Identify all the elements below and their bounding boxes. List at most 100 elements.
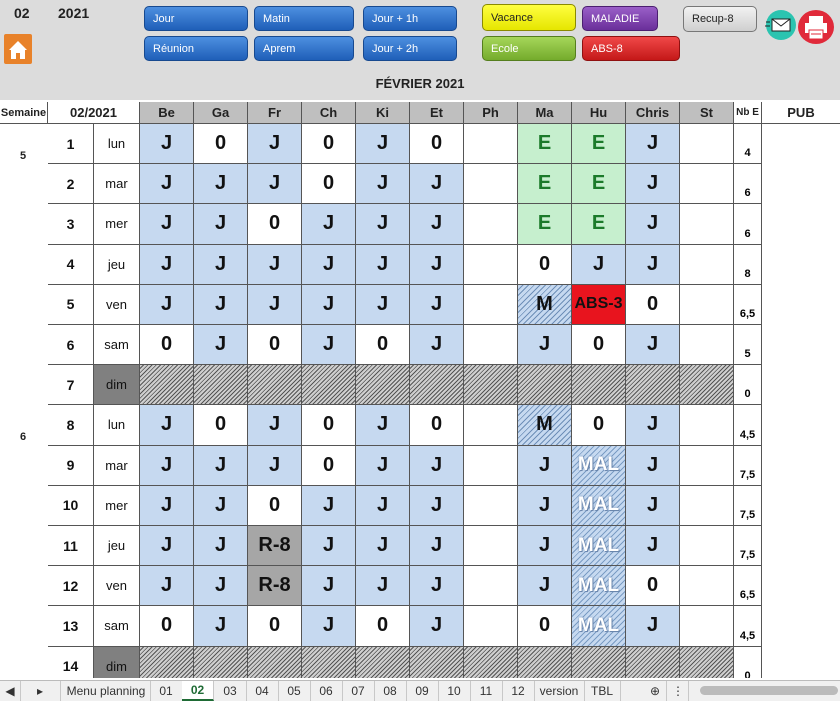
schedule-cell-chris[interactable]: J xyxy=(626,445,680,486)
schedule-cell-et[interactable] xyxy=(410,365,464,406)
schedule-cell-st[interactable] xyxy=(680,365,734,406)
schedule-cell-st[interactable] xyxy=(680,284,734,325)
schedule-cell-hu[interactable]: E xyxy=(572,204,626,245)
schedule-cell-ga[interactable]: J xyxy=(194,526,248,567)
schedule-cell-fr[interactable]: J xyxy=(248,445,302,486)
schedule-cell-et[interactable]: 0 xyxy=(410,124,464,165)
schedule-cell-hu[interactable]: 0 xyxy=(572,405,626,446)
schedule-cell-hu[interactable]: 0 xyxy=(572,325,626,366)
schedule-cell-fr[interactable] xyxy=(248,365,302,406)
schedule-cell-ga[interactable]: 0 xyxy=(194,405,248,446)
schedule-cell-ki[interactable]: 0 xyxy=(356,606,410,647)
schedule-cell-ga[interactable]: J xyxy=(194,204,248,245)
schedule-cell-hu[interactable] xyxy=(572,365,626,406)
horizontal-scrollbar[interactable] xyxy=(700,686,838,695)
schedule-cell-chris[interactable]: J xyxy=(626,405,680,446)
schedule-cell-be[interactable]: 0 xyxy=(140,606,194,647)
sheet-tab-08[interactable]: 08 xyxy=(374,681,407,701)
schedule-cell-fr[interactable]: 0 xyxy=(248,606,302,647)
column-header-ma[interactable]: Ma xyxy=(518,102,572,124)
schedule-cell-ma[interactable]: E xyxy=(518,204,572,245)
schedule-cell-be[interactable] xyxy=(140,365,194,406)
schedule-cell-et[interactable]: J xyxy=(410,204,464,245)
mail-button[interactable] xyxy=(764,8,798,42)
sheet-tab-11[interactable]: 11 xyxy=(470,681,503,701)
schedule-cell-fr[interactable]: J xyxy=(248,405,302,446)
schedule-cell-fr[interactable]: 0 xyxy=(248,325,302,366)
schedule-cell-fr[interactable]: J xyxy=(248,164,302,205)
column-header-et[interactable]: Et xyxy=(410,102,464,124)
column-header-chris[interactable]: Chris xyxy=(626,102,680,124)
schedule-cell-chris[interactable]: 0 xyxy=(626,566,680,607)
schedule-cell-be[interactable]: J xyxy=(140,485,194,526)
schedule-cell-ma[interactable]: M xyxy=(518,405,572,446)
schedule-cell-fr[interactable]: J xyxy=(248,284,302,325)
column-header-ch[interactable]: Ch xyxy=(302,102,356,124)
sheet-tab-02[interactable]: 02 xyxy=(182,681,214,701)
sheet-tab-tbl[interactable]: TBL xyxy=(584,681,621,701)
schedule-cell-chris[interactable]: J xyxy=(626,526,680,567)
schedule-cell-ga[interactable]: 0 xyxy=(194,124,248,165)
schedule-cell-ch[interactable]: J xyxy=(302,204,356,245)
schedule-cell-hu[interactable]: MAL xyxy=(572,566,626,607)
schedule-cell-et[interactable]: J xyxy=(410,164,464,205)
schedule-cell-chris[interactable] xyxy=(626,365,680,406)
schedule-cell-ki[interactable]: 0 xyxy=(356,325,410,366)
schedule-cell-ma[interactable] xyxy=(518,646,572,678)
schedule-cell-ga[interactable]: J xyxy=(194,244,248,285)
schedule-cell-hu[interactable]: ABS-3 xyxy=(572,284,626,325)
schedule-cell-ph[interactable] xyxy=(464,646,518,678)
schedule-cell-be[interactable]: J xyxy=(140,284,194,325)
schedule-cell-chris[interactable]: J xyxy=(626,244,680,285)
schedule-cell-ch[interactable]: 0 xyxy=(302,164,356,205)
column-header-ki[interactable]: Ki xyxy=(356,102,410,124)
schedule-cell-chris[interactable]: J xyxy=(626,606,680,647)
schedule-cell-be[interactable]: J xyxy=(140,445,194,486)
schedule-cell-fr[interactable]: J xyxy=(248,124,302,165)
schedule-cell-st[interactable] xyxy=(680,485,734,526)
schedule-cell-ph[interactable] xyxy=(464,485,518,526)
schedule-cell-chris[interactable]: J xyxy=(626,124,680,165)
schedule-cell-et[interactable]: J xyxy=(410,284,464,325)
schedule-cell-st[interactable] xyxy=(680,646,734,678)
schedule-cell-ga[interactable]: J xyxy=(194,164,248,205)
schedule-cell-fr[interactable]: 0 xyxy=(248,485,302,526)
sheet-tab-07[interactable]: 07 xyxy=(342,681,375,701)
schedule-cell-be[interactable]: J xyxy=(140,526,194,567)
schedule-cell-ma[interactable]: 0 xyxy=(518,244,572,285)
legend-ecole-button[interactable]: Ecole xyxy=(482,36,576,61)
schedule-cell-ph[interactable] xyxy=(464,445,518,486)
legend-abs-button[interactable]: ABS-8 xyxy=(582,36,680,61)
schedule-cell-ga[interactable]: J xyxy=(194,485,248,526)
column-header-ph[interactable]: Ph xyxy=(464,102,518,124)
shift-button-jour[interactable]: Jour xyxy=(144,6,248,31)
schedule-cell-st[interactable] xyxy=(680,124,734,165)
schedule-cell-hu[interactable]: J xyxy=(572,244,626,285)
schedule-cell-ga[interactable]: J xyxy=(194,325,248,366)
schedule-cell-ki[interactable] xyxy=(356,365,410,406)
schedule-cell-ph[interactable] xyxy=(464,124,518,165)
schedule-cell-be[interactable]: J xyxy=(140,164,194,205)
shift-button-matin[interactable]: Matin xyxy=(254,6,354,31)
schedule-cell-hu[interactable]: E xyxy=(572,124,626,165)
schedule-cell-fr[interactable] xyxy=(248,646,302,678)
schedule-cell-ph[interactable] xyxy=(464,606,518,647)
schedule-cell-chris[interactable]: 0 xyxy=(626,284,680,325)
sheet-tab-menu-planning[interactable]: Menu planning xyxy=(62,681,151,701)
schedule-cell-be[interactable]: J xyxy=(140,124,194,165)
schedule-cell-chris[interactable] xyxy=(626,646,680,678)
schedule-cell-ki[interactable]: J xyxy=(356,445,410,486)
schedule-cell-ph[interactable] xyxy=(464,566,518,607)
schedule-cell-ch[interactable]: J xyxy=(302,284,356,325)
schedule-cell-hu[interactable]: E xyxy=(572,164,626,205)
schedule-cell-ki[interactable]: J xyxy=(356,164,410,205)
schedule-cell-ma[interactable]: 0 xyxy=(518,606,572,647)
schedule-cell-ki[interactable]: J xyxy=(356,526,410,567)
column-header-hu[interactable]: Hu xyxy=(572,102,626,124)
schedule-cell-ph[interactable] xyxy=(464,365,518,406)
schedule-cell-ga[interactable]: J xyxy=(194,284,248,325)
schedule-cell-ph[interactable] xyxy=(464,164,518,205)
schedule-cell-ch[interactable]: J xyxy=(302,325,356,366)
schedule-cell-ch[interactable] xyxy=(302,365,356,406)
schedule-cell-ma[interactable]: J xyxy=(518,526,572,567)
